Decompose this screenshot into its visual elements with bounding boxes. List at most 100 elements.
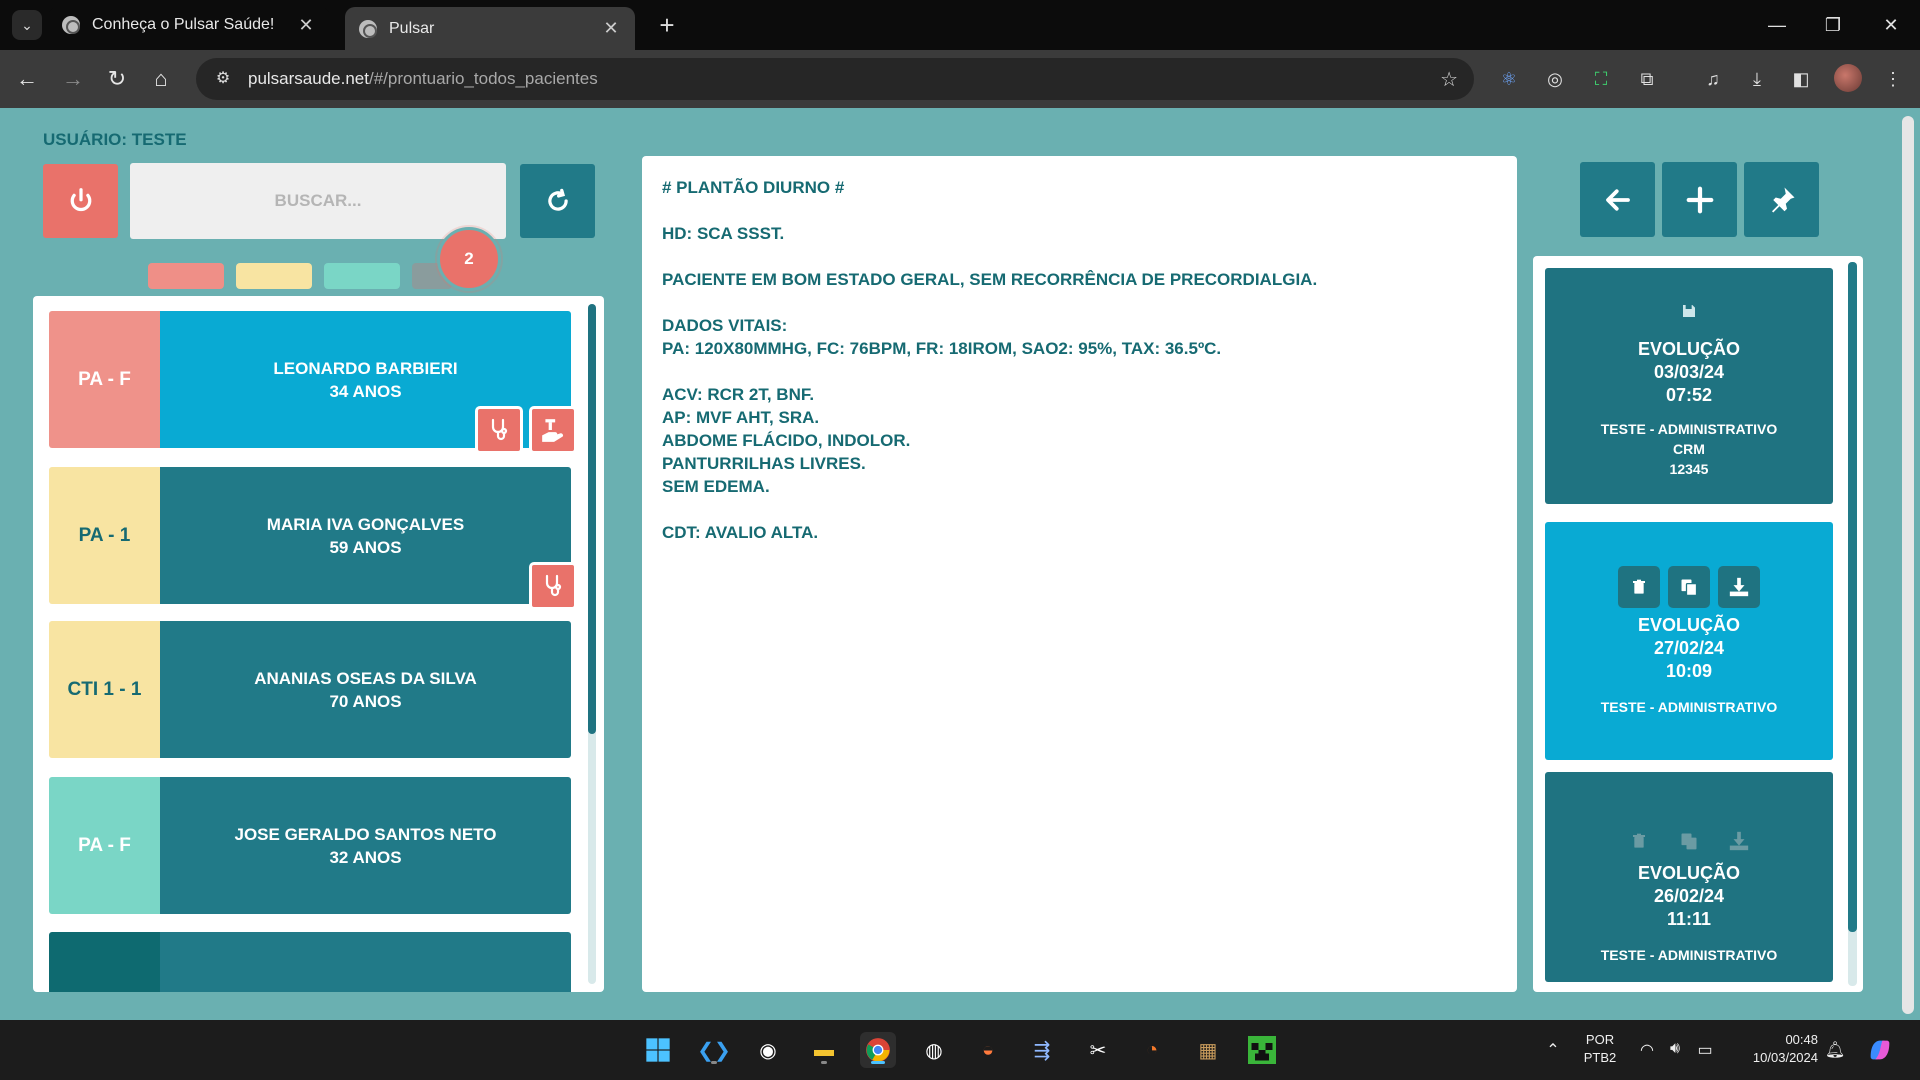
patient-card[interactable]: PA - F LEONARDO BARBIERI 34 ANOS [49, 311, 577, 454]
close-tab-icon[interactable]: ✕ [601, 18, 621, 39]
patient-location: PA - F [49, 311, 160, 448]
evolution-card[interactable]: EVOLUÇÃO 26/02/24 11:11 TESTE - ADMINISTRAT… [1545, 772, 1833, 982]
procedure-icon [542, 419, 564, 442]
patient-card[interactable]: PA - 1 MARIA IVA GONÇALVES 59 ANOS [49, 467, 577, 610]
trash-icon [1633, 833, 1645, 848]
blender-icon[interactable]: ◔ [1134, 1032, 1170, 1068]
new-tab-button[interactable]: + [652, 10, 682, 40]
add-evolution-button[interactable] [1662, 162, 1737, 237]
refresh-button[interactable] [520, 164, 595, 238]
close-window-icon[interactable]: ✕ [1876, 10, 1906, 40]
start-icon[interactable] [640, 1032, 676, 1068]
back-icon[interactable]: ← [12, 64, 42, 94]
app-icon-blue[interactable]: ⇶ [1024, 1032, 1060, 1068]
copilot-icon[interactable] [1862, 1032, 1898, 1068]
patient-card[interactable]: PA - F JOSE GERALDO SANTOS NETO 32 ANOS [49, 777, 571, 914]
copy-button[interactable] [1668, 566, 1710, 608]
download-button[interactable] [1718, 566, 1760, 608]
url-host: pulsarsaude.net [248, 69, 369, 88]
filter-green[interactable] [324, 263, 400, 289]
procedure-button[interactable] [529, 406, 577, 454]
note-line: SEM EDEMA. [662, 477, 770, 496]
patient-name: EDENAL NUNES PEREIRA [258, 989, 472, 992]
evolution-card[interactable]: EVOLUÇÃO 03/03/24 07:52 TESTE - ADMINISTRAT… [1545, 268, 1833, 504]
vscode-icon[interactable]: ❮❯ [696, 1032, 732, 1068]
screenshot-extension-icon[interactable]: ⛶ [1588, 66, 1614, 92]
input-language[interactable]: POR PTB2 [1578, 1031, 1622, 1067]
tab-title: Pulsar [389, 19, 435, 37]
forward-icon[interactable]: → [58, 64, 88, 94]
browser-tab-1[interactable]: Conheça o Pulsar Saúde! ✕ [48, 7, 330, 43]
clinical-note[interactable]: # PLANTÃO DIURNO # HD: SCA SSST. PACIENTE … [642, 156, 1517, 992]
tab-list-button[interactable]: ⌄ [12, 10, 42, 40]
minecraft-dungeons-icon[interactable]: ▦ [1190, 1032, 1226, 1068]
side-panel-icon[interactable]: ◧ [1788, 66, 1814, 92]
delete-button[interactable] [1618, 566, 1660, 608]
language-code: POR [1585, 1032, 1615, 1047]
evolution-type: EVOLUÇÃO [1637, 615, 1740, 635]
stethoscope-button[interactable] [529, 562, 577, 610]
site-info-icon[interactable]: ⚙ [212, 68, 234, 90]
github-desktop-icon[interactable]: ◉ [750, 1032, 786, 1068]
chevron-up-icon[interactable]: ⌃ [1542, 1040, 1564, 1060]
extension-target-icon[interactable]: ◎ [1542, 66, 1568, 92]
globe-icon [62, 16, 80, 34]
browser-tab-bar: ⌄ Conheça o Pulsar Saúde! ✕ Pulsar ✕ + —… [0, 0, 1920, 50]
chrome-icon[interactable] [860, 1032, 896, 1068]
stethoscope-button[interactable] [475, 406, 523, 454]
capcut-icon[interactable]: ✂ [1080, 1032, 1116, 1068]
evolution-card[interactable]: EVOLUÇÃO 27/02/24 10:09 TESTE - ADMINISTRAT… [1545, 522, 1833, 760]
patient-card[interactable]: EDENAL NUNES PEREIRA [49, 932, 571, 992]
reload-icon[interactable]: ↻ [102, 64, 132, 94]
bookmark-star-icon[interactable]: ☆ [1440, 67, 1458, 92]
note-line: DADOS VITAIS: [662, 316, 788, 335]
stethoscope-icon [491, 418, 508, 441]
patient-card[interactable]: CTI 1 - 1 ANANIAS OSEAS DA SILVA 70 ANOS [49, 621, 571, 758]
obs-icon[interactable]: ◍ [916, 1032, 952, 1068]
patient-age: 34 ANOS [329, 381, 402, 401]
react-devtools-icon[interactable]: ⚛ [1496, 66, 1522, 92]
logout-button[interactable] [43, 164, 118, 238]
volume-icon[interactable]: 🔊︎ [1664, 1040, 1686, 1058]
note-line: HD: SCA SSST. [662, 224, 785, 243]
wifi-icon[interactable]: ◠ [1636, 1040, 1658, 1060]
battery-icon[interactable]: ▭ [1694, 1040, 1716, 1060]
download-button[interactable] [1718, 820, 1760, 862]
app-icon-orange[interactable]: ◒ [970, 1032, 1006, 1068]
url-text[interactable]: pulsarsaude.net/#/prontuario_todos_pacie… [248, 69, 1440, 89]
browser-tab-2[interactable]: Pulsar ✕ [345, 7, 635, 50]
copy-button[interactable] [1668, 820, 1710, 862]
restore-icon[interactable]: ❐ [1818, 10, 1848, 40]
note-line: PA: 120X80MMHG, FC: 76BPM, FR: 18IROM, S… [662, 339, 1222, 358]
extensions-puzzle-icon[interactable]: ⧉ [1634, 66, 1660, 92]
evolution-council-number: 12345 [1669, 461, 1709, 477]
page-scrollbar[interactable] [1902, 116, 1914, 1014]
filter-yellow[interactable] [236, 263, 312, 289]
patient-info: JOSE GERALDO SANTOS NETO 32 ANOS [160, 777, 571, 914]
minimize-icon[interactable]: — [1762, 10, 1792, 40]
minecraft-icon[interactable] [1244, 1032, 1280, 1068]
clock[interactable]: 00:48 10/03/2024 [1734, 1031, 1818, 1067]
evolution-list-scrollbar[interactable] [1848, 262, 1857, 986]
close-tab-icon[interactable]: ✕ [296, 15, 316, 36]
patient-info: MARIA IVA GONÇALVES 59 ANOS [160, 467, 571, 604]
note-line [662, 498, 1497, 521]
browser-menu-icon[interactable]: ⋮ [1880, 66, 1906, 92]
back-button[interactable] [1580, 162, 1655, 237]
stethoscope-icon [545, 574, 562, 597]
evolution-author: TESTE - ADMINISTRATIVO [1600, 421, 1778, 437]
pin-button[interactable] [1744, 162, 1819, 237]
delete-button[interactable] [1618, 820, 1660, 862]
media-control-icon[interactable]: ♫ [1700, 66, 1726, 92]
notification-badge[interactable]: 2 [437, 227, 501, 291]
profile-avatar[interactable] [1834, 64, 1862, 92]
evolution-time: 10:09 [1665, 661, 1713, 681]
filter-red[interactable] [148, 263, 224, 289]
downloads-icon[interactable]: ⤓ [1744, 66, 1770, 92]
address-bar[interactable]: ⚙ pulsarsaude.net/#/prontuario_todos_pac… [196, 58, 1474, 100]
patient-list-scrollbar[interactable] [588, 304, 596, 984]
file-explorer-icon[interactable]: ▬ [806, 1032, 842, 1068]
home-icon[interactable]: ⌂ [146, 64, 176, 94]
notification-bell-icon[interactable]: 🔔︎ [1824, 1040, 1846, 1060]
search-input[interactable] [130, 163, 506, 239]
